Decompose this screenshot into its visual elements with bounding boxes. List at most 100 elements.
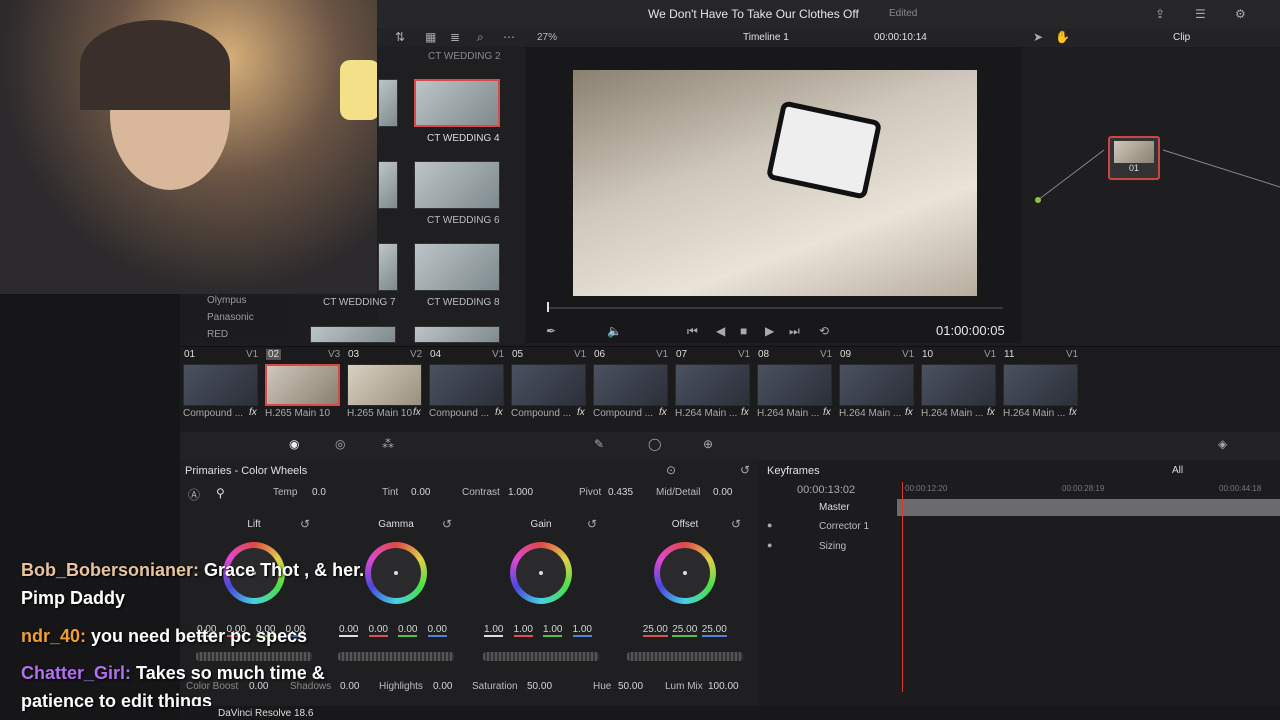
volume-icon[interactable]: 🔈 [607,324,622,338]
keyframe-view-icon[interactable]: ◈ [1218,437,1227,451]
grid-view-icon[interactable]: ▦ [425,30,436,44]
media-thumb[interactable] [378,79,398,127]
media-thumb[interactable] [310,326,396,343]
step-back-icon[interactable]: ◀ [716,324,725,338]
clip-thumbnail[interactable] [1003,364,1078,406]
wheel-handle[interactable] [394,571,398,575]
qualifier-icon[interactable]: ✎ [594,437,604,451]
viewer-scrubber[interactable] [548,307,1003,309]
clip-thumbnail[interactable] [675,364,750,406]
wheel-value[interactable]: 1.00 [484,624,504,637]
more-options-icon[interactable]: ⋯ [503,30,515,44]
master-wheel-slider[interactable] [338,652,454,661]
pivot-value[interactable]: 0.435 [608,487,633,498]
list-view-icon[interactable]: ≣ [450,30,460,44]
timeline-selector[interactable]: Timeline 1 [743,32,789,43]
middetail-value[interactable]: 0.00 [713,487,732,498]
clip-thumbnail[interactable] [511,364,586,406]
temp-value[interactable]: 0.0 [312,487,326,498]
color-wheel[interactable] [510,542,572,604]
color-wheel[interactable] [365,542,427,604]
bin-item[interactable]: Olympus [207,295,246,306]
video-frame[interactable] [573,70,977,296]
wheel-value[interactable]: 25.00 [672,624,698,637]
media-thumb[interactable] [378,243,398,291]
auto-balance-icon[interactable]: Ⓐ [188,486,200,503]
wheel-reset-icon[interactable]: ↺ [731,517,741,531]
wheel-reset-icon[interactable]: ↺ [300,517,310,531]
keyframes-filter[interactable]: All [1172,465,1183,476]
reset-icon[interactable]: ↺ [740,463,750,477]
wheel-value[interactable]: 0.00 [339,624,359,637]
keyframe-playhead[interactable] [902,482,903,692]
keyframe-dot-icon[interactable]: ● [767,520,772,530]
color-node[interactable]: 01 [1108,136,1160,180]
node-mode-selector[interactable]: Clip [1173,32,1190,43]
master-wheel-slider[interactable] [627,652,743,661]
wheel-value[interactable]: 0.00 [368,624,388,637]
reset-all-icon[interactable]: ⊙ [666,463,676,477]
media-thumb[interactable] [414,161,500,209]
media-thumb[interactable] [378,161,398,209]
color-picker-icon[interactable]: ✒ [546,324,556,338]
wheel-value[interactable]: 25.00 [642,624,668,637]
play-icon[interactable]: ▶ [765,324,774,338]
wheel-reset-icon[interactable]: ↺ [587,517,597,531]
saturation-value[interactable]: 50.00 [527,681,552,692]
hand-icon[interactable]: ✋ [1055,30,1070,44]
rgb-mixer-icon[interactable]: ⁂ [382,437,394,451]
tracker-icon[interactable]: ⊕ [703,437,713,451]
color-wheel[interactable] [654,542,716,604]
mixer-icon[interactable]: ☰ [1195,7,1206,21]
wheel-value[interactable]: 1.00 [543,624,563,637]
wheel-value[interactable]: 1.00 [572,624,592,637]
hdr-tool-icon[interactable]: ◎ [335,437,345,451]
wheel-value[interactable]: 1.00 [513,624,533,637]
bin-item[interactable]: RED [207,329,228,340]
media-thumb[interactable] [414,326,500,343]
master-track-bar[interactable] [897,499,1280,516]
keyframe-dot-icon[interactable]: ● [767,540,772,550]
sort-icon[interactable]: ⇅ [395,30,405,44]
color-wheels-tool-icon[interactable]: ◉ [289,437,299,451]
wheel-value[interactable]: 25.00 [701,624,727,637]
master-wheel-slider[interactable] [196,652,312,661]
playhead[interactable] [547,302,549,312]
lummix-value[interactable]: 100.00 [708,681,739,692]
shadows-value[interactable]: 0.00 [340,681,359,692]
clip-thumbnail[interactable] [757,364,832,406]
clip-thumbnail[interactable] [183,364,258,406]
clip-thumbnail[interactable] [265,364,340,406]
skip-start-icon[interactable]: ⏮ [687,324,698,339]
skip-end-icon[interactable]: ⏭ [789,324,800,339]
loop-icon[interactable]: ⟲ [819,324,829,338]
keyframe-row-corrector[interactable]: Corrector 1 [819,521,869,532]
stop-icon[interactable]: ■ [740,324,747,338]
clip-thumbnail[interactable] [839,364,914,406]
clip-thumbnail[interactable] [593,364,668,406]
contrast-value[interactable]: 1.000 [508,487,533,498]
zoom-level[interactable]: 27% [537,32,557,43]
media-thumb-selected[interactable] [414,79,500,127]
media-thumb[interactable] [414,243,500,291]
picker-icon[interactable]: ⚲ [216,486,225,500]
search-icon[interactable]: ⌕ [477,30,484,45]
tint-value[interactable]: 0.00 [411,487,430,498]
export-icon[interactable]: ⇪ [1155,7,1165,21]
hue-value[interactable]: 50.00 [618,681,643,692]
wheel-reset-icon[interactable]: ↺ [442,517,452,531]
wheel-value[interactable]: 0.00 [427,624,447,637]
wheel-handle[interactable] [539,571,543,575]
clip-thumbnail[interactable] [347,364,422,406]
settings-icon[interactable]: ⚙ [1235,7,1246,21]
wheel-value[interactable]: 0.00 [398,624,418,637]
bin-item[interactable]: Panasonic [207,312,254,323]
clip-thumbnail[interactable] [921,364,996,406]
pointer-icon[interactable]: ➤ [1033,30,1043,44]
highlights-value[interactable]: 0.00 [433,681,452,692]
master-wheel-slider[interactable] [483,652,599,661]
window-icon[interactable]: ◯ [648,437,661,451]
clip-thumbnail[interactable] [429,364,504,406]
wheel-handle[interactable] [683,571,687,575]
keyframe-row-sizing[interactable]: Sizing [819,541,846,552]
